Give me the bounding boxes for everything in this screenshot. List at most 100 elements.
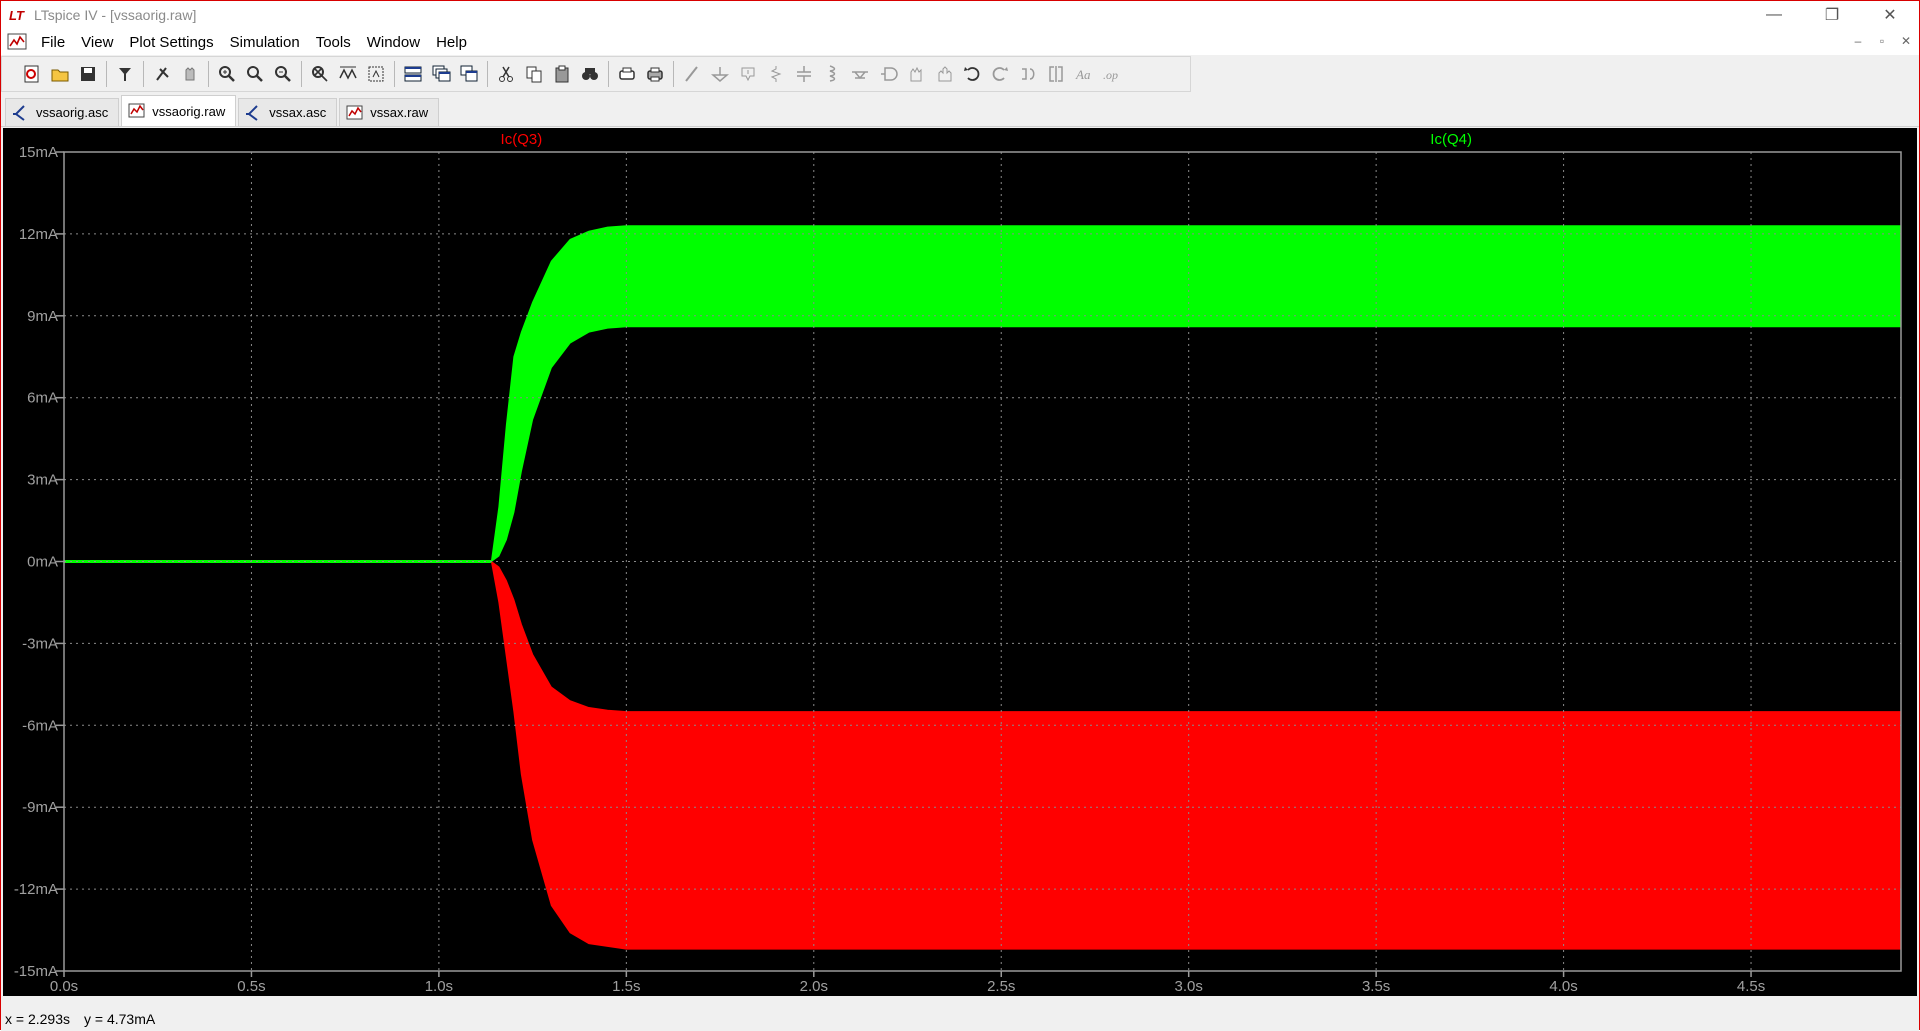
tab-vssax-asc[interactable]: vssax.asc (238, 98, 338, 126)
undo-button[interactable] (958, 60, 986, 88)
copy-button[interactable] (520, 60, 548, 88)
text-button[interactable]: Aa (1070, 60, 1098, 88)
redo-button[interactable] (986, 60, 1014, 88)
rotate-button[interactable] (1014, 60, 1042, 88)
mirror-button[interactable] (1042, 60, 1070, 88)
move-button[interactable] (902, 60, 930, 88)
toolbar-separator (143, 61, 144, 87)
label-icon (741, 67, 755, 82)
save-icon (81, 67, 95, 81)
halt-icon (185, 67, 195, 81)
print-setup-button[interactable] (613, 60, 641, 88)
tile-vertical-button[interactable] (455, 60, 483, 88)
halt-button[interactable] (176, 60, 204, 88)
waveform-doc-icon (128, 103, 145, 118)
run-icon (156, 67, 169, 81)
tab-vssaorig-raw[interactable]: vssaorig.raw (121, 95, 237, 126)
trace-band-icq4[interactable] (64, 225, 1902, 562)
waveform-doc-icon[interactable] (7, 32, 29, 52)
print-setup-icon (619, 67, 635, 80)
zoom-fit-button[interactable] (306, 60, 334, 88)
mdi-minimize-button[interactable]: – (1849, 33, 1867, 49)
plot-canvas[interactable]: 15mA12mA9mA6mA3mA0mA-3mA-6mA-9mA-12mA-15… (3, 128, 1917, 996)
spice-directive-button[interactable]: .op (1098, 60, 1126, 88)
wire-button[interactable] (678, 60, 706, 88)
zoom-fit-icon (312, 66, 328, 82)
mdi-close-button[interactable]: ✕ (1897, 33, 1915, 49)
print-button[interactable] (641, 60, 669, 88)
zoom-extents-icon (368, 66, 384, 82)
mdi-controls: – ▫ ✕ (1849, 33, 1915, 49)
label-button[interactable] (734, 60, 762, 88)
menu-file[interactable]: File (33, 34, 73, 51)
print-icon (647, 67, 663, 82)
restore-button[interactable]: ❐ (1803, 1, 1861, 29)
close-button[interactable]: ✕ (1861, 1, 1919, 29)
tab-vssaorig-asc[interactable]: vssaorig.asc (5, 98, 120, 126)
cascade-button[interactable] (427, 60, 455, 88)
cascade-icon (432, 65, 451, 82)
x-tick-label: 3.0s (1175, 978, 1203, 995)
open-button[interactable] (46, 60, 74, 88)
y-tick-label: 15mA (19, 144, 58, 161)
menu-help[interactable]: Help (428, 34, 475, 51)
y-tick-label: -3mA (22, 635, 58, 652)
drag-button[interactable] (930, 60, 958, 88)
zoom-out-button[interactable] (269, 60, 297, 88)
capacitor-button[interactable] (790, 60, 818, 88)
mdi-restore-button[interactable]: ▫ (1873, 33, 1891, 49)
tab-vssax-raw[interactable]: vssax.raw (339, 98, 440, 126)
tile-horizontal-icon (404, 66, 422, 82)
inductor-button[interactable] (818, 60, 846, 88)
waveform-plot[interactable]: 15mA 12mA 9mA 6mA 3mA 0mA -3mA -6mA -9mA -12mA -15… (3, 128, 1917, 996)
y-tick-label: -9mA (22, 799, 58, 816)
tile-horizontal-button[interactable] (399, 60, 427, 88)
new-schematic-button[interactable] (18, 60, 46, 88)
ground-icon (710, 67, 730, 82)
find-button[interactable] (576, 60, 604, 88)
trace-band-icq3[interactable] (64, 561, 1902, 950)
menu-window[interactable]: Window (359, 34, 428, 51)
status-bar: x = 2.293s y = 4.73mA (1, 1007, 1919, 1031)
x-tick-label: 4.5s (1737, 978, 1765, 995)
toolbar-separator (106, 61, 107, 87)
tab-label: vssaorig.asc (36, 105, 109, 120)
autorange-button[interactable] (334, 60, 362, 88)
autorange-icon (339, 66, 357, 80)
mirror-icon (1049, 66, 1063, 82)
svg-text:Aa: Aa (1075, 67, 1091, 82)
minimize-button[interactable]: — (1745, 1, 1803, 29)
resistor-button[interactable] (762, 60, 790, 88)
menu-view[interactable]: View (73, 34, 121, 51)
menu-tools[interactable]: Tools (308, 34, 359, 51)
menu-plot-settings[interactable]: Plot Settings (121, 34, 221, 51)
toolbar-separator (673, 61, 674, 87)
component-button[interactable] (874, 60, 902, 88)
x-tick-label: 0.5s (237, 978, 265, 995)
paste-icon (555, 65, 569, 83)
y-tick-label: 6mA (27, 390, 58, 407)
title-bar: LT LTspice IV - [vssaorig.raw] — ❐ ✕ (1, 1, 1919, 29)
cut-button[interactable] (492, 60, 520, 88)
move-icon (910, 66, 922, 82)
run-button[interactable] (148, 60, 176, 88)
cut-icon (499, 66, 513, 82)
zoom-in-button[interactable] (213, 60, 241, 88)
x-tick-label: 2.0s (800, 978, 828, 995)
trace-label-icq4[interactable]: Ic(Q4) (1430, 131, 1472, 148)
zoom-extents-button[interactable] (362, 60, 390, 88)
y-tick-label: 0mA (27, 554, 58, 571)
waveform-doc-icon (346, 105, 363, 119)
menu-simulation[interactable]: Simulation (222, 34, 308, 51)
zoom-in-icon (219, 66, 235, 82)
ltspice-window: LT LTspice IV - [vssaorig.raw] — ❐ ✕ Fil… (0, 0, 1920, 1031)
ground-button[interactable] (706, 60, 734, 88)
save-button[interactable] (74, 60, 102, 88)
control-panel-button[interactable] (111, 60, 139, 88)
zoom-area-button[interactable] (241, 60, 269, 88)
trace-label-icq3[interactable]: Ic(Q3) (501, 131, 543, 148)
diode-button[interactable] (846, 60, 874, 88)
x-tick-label: 0.0s (50, 978, 78, 995)
paste-button[interactable] (548, 60, 576, 88)
capacitor-icon (797, 66, 811, 82)
